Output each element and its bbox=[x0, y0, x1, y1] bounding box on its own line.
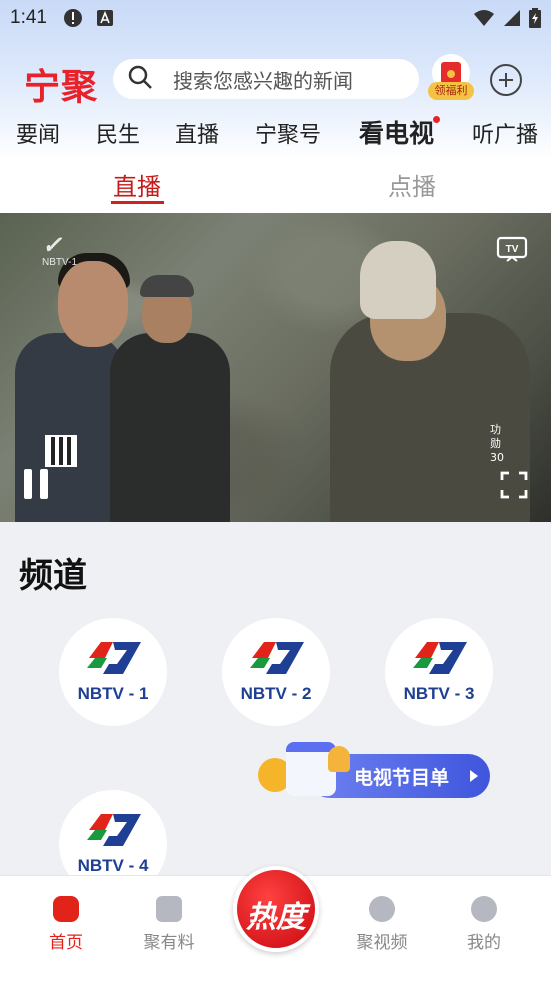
welfare-button[interactable]: 领福利 bbox=[428, 54, 474, 102]
nav-mine-label: 我的 bbox=[467, 933, 501, 953]
bell-icon bbox=[328, 746, 350, 772]
wifi-icon bbox=[473, 9, 495, 31]
pause-button[interactable] bbox=[24, 469, 50, 499]
nbtv-logo-icon bbox=[87, 642, 141, 674]
app-logo: 宁聚 bbox=[24, 66, 99, 108]
home-icon bbox=[53, 896, 79, 922]
channels-heading: 频道 bbox=[19, 556, 87, 596]
channel-name: NBTV - 1 bbox=[77, 684, 149, 703]
qr-code-icon bbox=[45, 435, 77, 467]
hot-label: 热度 bbox=[246, 900, 306, 935]
nav-jushipin-label: 聚视频 bbox=[356, 933, 408, 953]
hot-button[interactable]: 热度 bbox=[233, 866, 319, 952]
add-button[interactable] bbox=[490, 64, 522, 96]
active-tab-underline bbox=[111, 201, 164, 204]
search-placeholder: 搜索您感兴趣的新闻 bbox=[173, 68, 353, 93]
nav-juyouliao[interactable]: 聚有料 bbox=[129, 896, 209, 953]
keyboard-a-icon bbox=[95, 8, 115, 28]
video-figure-3-headwrap bbox=[360, 241, 436, 319]
channel-nav: 要闻 民生 直播 宁聚号 看电视 听广播 bbox=[0, 112, 551, 156]
tab-ningjuhao[interactable]: 宁聚号 bbox=[255, 117, 321, 149]
alert-icon bbox=[63, 8, 83, 28]
search-icon bbox=[127, 64, 153, 94]
video-side-text: 功勋30 bbox=[490, 423, 504, 464]
channel-name: NBTV - 3 bbox=[403, 684, 475, 703]
tab-minsheng[interactable]: 民生 bbox=[96, 117, 140, 149]
video-figure-head bbox=[58, 261, 128, 347]
channel-watermark: ✓ NBTV-1 bbox=[42, 232, 78, 269]
smile-icon bbox=[471, 896, 497, 922]
tab-tingguangbo[interactable]: 听广播 bbox=[472, 117, 538, 149]
svg-text:TV: TV bbox=[506, 244, 519, 255]
cast-tv-icon[interactable]: TV bbox=[496, 236, 528, 264]
chevron-right-icon bbox=[470, 770, 478, 782]
play-icon bbox=[369, 896, 395, 922]
search-input[interactable]: 搜索您感兴趣的新闻 bbox=[113, 59, 419, 99]
app-header: 宁聚 搜索您感兴趣的新闻 领福利 bbox=[0, 54, 551, 108]
tab-kandianshi[interactable]: 看电视 bbox=[359, 114, 441, 150]
subtab-live[interactable]: 直播 bbox=[113, 167, 161, 202]
nbtv-logo-icon bbox=[87, 814, 141, 846]
subtab-vod[interactable]: 点播 bbox=[388, 167, 436, 202]
battery-icon bbox=[529, 8, 541, 32]
nbtv-logo-icon bbox=[250, 642, 304, 674]
nav-jushipin[interactable]: 聚视频 bbox=[342, 896, 422, 953]
fullscreen-icon[interactable] bbox=[500, 471, 528, 499]
nav-home[interactable]: 首页 bbox=[26, 896, 106, 953]
video-figure-2-cap bbox=[140, 275, 194, 297]
new-dot bbox=[433, 116, 441, 123]
tab-yaowen[interactable]: 要闻 bbox=[16, 117, 60, 149]
video-player[interactable]: ✓ NBTV-1 TV 功勋30 bbox=[0, 213, 551, 522]
welfare-label: 领福利 bbox=[428, 82, 474, 100]
tab-zhibo[interactable]: 直播 bbox=[175, 117, 219, 149]
channel-name: NBTV - 2 bbox=[240, 684, 312, 703]
nav-juyouliao-label: 聚有料 bbox=[143, 933, 195, 953]
video-figure-2 bbox=[110, 333, 230, 522]
channel-name: NBTV - 4 bbox=[77, 856, 149, 875]
channel-nbtv-2[interactable]: NBTV - 2 bbox=[222, 618, 330, 726]
signal-icon bbox=[503, 9, 521, 31]
status-bar: 1:41 bbox=[0, 0, 551, 36]
watermark-text: NBTV-1 bbox=[42, 257, 78, 268]
status-time: 1:41 bbox=[10, 7, 47, 28]
nav-home-label: 首页 bbox=[49, 933, 83, 953]
channel-nbtv-3[interactable]: NBTV - 3 bbox=[385, 618, 493, 726]
tv-guide-label: 电视节目单 bbox=[354, 767, 450, 789]
tv-guide-button[interactable]: 电视节目单 bbox=[258, 740, 490, 800]
sub-tabs: 直播 点播 bbox=[0, 158, 551, 213]
bolt-box-icon bbox=[156, 896, 182, 922]
tab-kandianshi-label: 看电视 bbox=[359, 119, 435, 148]
channel-nbtv-1[interactable]: NBTV - 1 bbox=[59, 618, 167, 726]
nav-mine[interactable]: 我的 bbox=[444, 896, 524, 953]
nbtv-logo-icon bbox=[413, 642, 467, 674]
